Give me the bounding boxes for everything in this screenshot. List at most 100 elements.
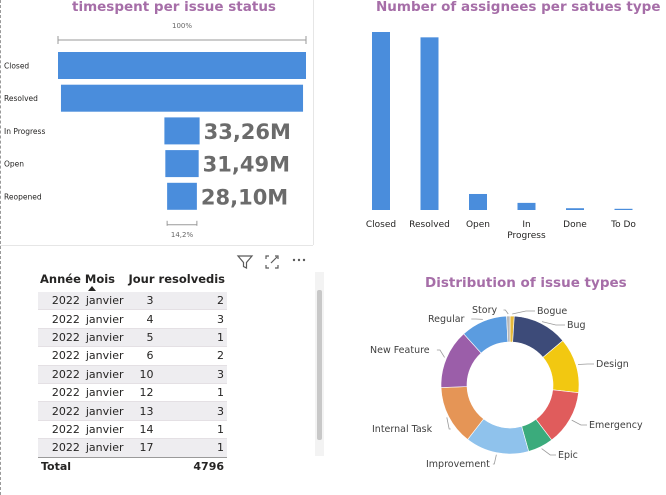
table-row[interactable]: 2022 janvier 17 1 [38,438,228,458]
col-header-resolvedis[interactable]: resolvedis [157,268,227,292]
cell-annee: 2022 [38,438,83,458]
cell-annee: 2022 [51,312,80,326]
funnel-category-label: In Progress [4,127,45,136]
funnel-bar-in-progress[interactable] [164,117,200,145]
funnel-data-label: 28,10M [201,185,288,209]
bar-category-label: To Do [610,220,636,230]
funnel-category-label: Open [4,160,24,169]
cell-mois: janvier [85,386,124,400]
cell-annee: 2022 [38,292,83,310]
funnel-bar-resolved[interactable] [60,84,304,112]
bar-closed[interactable] [372,32,390,210]
cell-resolvedis: 1 [217,386,225,400]
funnel-category-label: Closed [4,62,29,71]
bar-chart-title: Number of assignees per satues type [376,0,661,15]
table-row[interactable]: 2022 janvier 14 1 [38,420,228,439]
cell-mois: janvier [82,328,127,347]
funnel-category-label: Resolved [4,94,38,103]
funnel-chart-title: timespent per issue status [72,0,276,15]
total-empty [82,456,127,475]
panel-divider-horizontal [0,245,313,246]
donut-leader-line [503,309,509,315]
cell-jour: 17 [126,438,157,458]
bar-to-do[interactable] [614,208,633,210]
donut-leader-line [512,310,535,315]
cell-resolvedis: 3 [217,312,225,326]
funnel-chart[interactable]: 100% Closed Resolved In Progress 33,26M Open 3… [0,15,313,245]
donut-chart-title: Distribution of issue types [425,275,627,291]
cell-resolvedis: 3 [156,365,228,384]
donut-leader-line [541,321,565,326]
donut-label-new-feature: New Feature [370,345,430,356]
table-row[interactable]: 2022 janvier 13 3 [38,401,228,421]
donut-label-design: Design [596,359,629,370]
donut-leader-line [571,419,587,426]
focus-mode-icon[interactable] [263,253,281,271]
cell-mois: janvier [82,438,127,458]
funnel-bar-closed[interactable] [58,52,306,79]
cell-annee: 2022 [51,386,80,400]
bar-chart[interactable]: Closed Resolved Open InProgress Done To Do [355,20,655,245]
col-header-jour[interactable]: Jour [127,268,157,292]
donut-label-improvement: Improvement [426,459,490,470]
table-row[interactable]: 2022 janvier 10 3 [38,365,228,384]
total-empty [126,456,157,475]
table-header-row: Année Mois Jour resolvedis [38,268,227,292]
table-row[interactable]: 2022 janvier 4 3 [38,310,228,329]
donut-leader-line [541,448,556,456]
donut-label-internal-task: Internal Task [372,424,433,435]
bar-open[interactable] [469,193,487,210]
cell-mois: janvier [82,292,127,310]
table-row[interactable]: 2022 janvier 3 2 [38,292,228,310]
donut-label-emergency: Emergency [589,420,643,431]
donut-label-regular: Regular [428,314,465,325]
cell-jour: 6 [146,349,154,363]
more-options-icon[interactable] [290,253,308,271]
cell-resolvedis: 1 [217,422,225,436]
bar-resolved[interactable] [420,37,439,211]
total-label: Total [38,456,83,475]
funnel-bar-open[interactable] [165,150,199,178]
cell-jour: 13 [126,401,157,421]
table-scrollbar-thumb[interactable] [317,290,322,440]
resolved-matrix-table[interactable]: Année Mois Jour resolvedis 2022 janvier 3 2… [38,268,228,475]
funnel-bar-reopened[interactable] [167,182,197,210]
funnel-data-label: 31,49M [203,153,290,177]
cell-mois: janvier [85,349,124,363]
cell-jour: 14 [139,422,154,436]
table-row[interactable]: 2022 janvier 5 1 [38,328,228,347]
bar-category-label: Done [563,220,587,230]
bar-category-label: Resolved [409,220,450,230]
cell-jour: 3 [126,292,157,310]
bar-category-label: Progress [507,231,546,241]
donut-chart[interactable]: BogueBug Design Emergency Epic Improvement In… [330,295,666,495]
bar-category-label: Open [466,220,490,230]
cell-resolvedis: 3 [156,401,228,421]
donut-leader-line [492,454,497,465]
funnel-category-label: Reopened [4,192,42,201]
cell-mois: janvier [85,422,124,436]
filter-icon[interactable] [236,253,254,271]
panel-divider-vertical [313,0,314,245]
cell-annee: 2022 [38,401,83,421]
sort-ascending-icon[interactable] [88,286,96,291]
bar-in-progress[interactable] [517,202,536,210]
table-row[interactable]: 2022 janvier 12 1 [38,383,228,402]
cell-jour: 4 [146,312,154,326]
donut-leader-line [436,349,445,358]
cell-resolvedis: 1 [156,328,228,347]
table-row[interactable]: 2022 janvier 6 2 [38,347,228,366]
bar-category-label: In [522,220,530,230]
donut-label-bogue: Bogue [537,306,567,317]
cell-jour: 10 [126,365,157,384]
funnel-top-percent: 100% [172,22,192,30]
cell-mois: janvier [85,312,124,326]
col-header-annee[interactable]: Année [38,268,83,292]
bar-done[interactable] [566,208,584,210]
donut-label-bug: Bug [567,320,586,331]
cell-mois: janvier [82,365,127,384]
bar-category-label: Closed [366,220,396,230]
cell-resolvedis: 2 [156,292,228,310]
cell-jour: 5 [126,328,157,347]
table-total-row: Total 4796 [38,456,228,475]
